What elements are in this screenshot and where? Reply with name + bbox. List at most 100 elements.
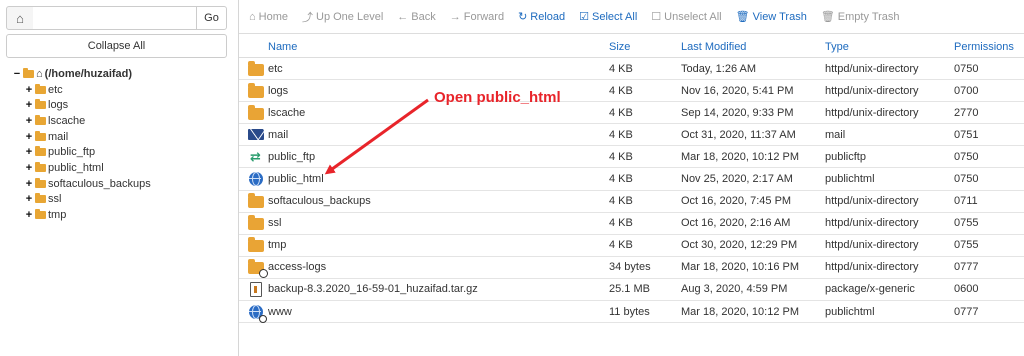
reload-label: Reload xyxy=(530,10,566,23)
table-row[interactable]: logs 4 KB Nov 16, 2020, 5:41 PM httpd/un… xyxy=(239,80,1024,103)
toolbar: ⌂ Home ⤴ Up One Level ← Back → Forward ↻ Relo… xyxy=(239,0,1024,34)
expand-toggle-icon[interactable]: + xyxy=(24,115,34,127)
file-size: 11 bytes xyxy=(609,305,650,318)
table-row[interactable]: backup-8.3.2020_16-59-01_huzaifad.tar.gz… xyxy=(239,279,1024,302)
table-row[interactable]: tmp 4 KB Oct 30, 2020, 12:29 PM httpd/un… xyxy=(239,235,1024,257)
empty-trash-label: Empty Trash xyxy=(837,10,900,23)
file-permissions: 0777 xyxy=(954,305,979,318)
file-table: Name Size Last Modified Type Permissions… xyxy=(239,36,1024,324)
view-trash-button[interactable]: 🗑 View Trash xyxy=(736,10,807,24)
table-row[interactable]: www 11 bytes Mar 18, 2020, 10:12 PM publ… xyxy=(239,301,1024,324)
file-size: 34 bytes xyxy=(609,261,651,274)
header-last-modified[interactable]: Last Modified xyxy=(681,41,825,53)
reload-icon: ↻ xyxy=(518,11,528,23)
tree-item-mail[interactable]: + mail xyxy=(12,129,151,145)
collapse-all-button[interactable]: Collapse All xyxy=(6,34,227,58)
trash-icon: 🗑 xyxy=(820,11,835,23)
file-name: backup-8.3.2020_16-59-01_huzaifad.tar.gz xyxy=(268,283,478,296)
table-row[interactable]: softaculous_backups 4 KB Oct 16, 2020, 7… xyxy=(239,191,1024,213)
tree-item-ssl[interactable]: + ssl xyxy=(12,192,151,208)
tree-item-public-ftp[interactable]: + public_ftp xyxy=(12,144,151,160)
tree-item-etc[interactable]: + etc xyxy=(12,82,151,98)
back-label: Back xyxy=(411,10,436,23)
file-type: publichtml xyxy=(825,305,875,318)
expand-toggle-icon[interactable]: + xyxy=(24,162,34,174)
file-size: 4 KB xyxy=(609,128,633,141)
forward-button[interactable]: → Forward xyxy=(450,11,504,23)
empty-trash-button[interactable]: 🗑 Empty Trash xyxy=(820,10,900,24)
table-row[interactable]: ssl 4 KB Oct 16, 2020, 2:16 AM httpd/uni… xyxy=(239,213,1024,235)
file-modified: Oct 16, 2020, 2:16 AM xyxy=(681,217,791,230)
table-row[interactable]: access-logs 34 bytes Mar 18, 2020, 10:16… xyxy=(239,257,1024,279)
file-name: softaculous_backups xyxy=(268,195,371,208)
up-one-level-button[interactable]: ⤴ Up One Level xyxy=(302,9,383,25)
folder-icon xyxy=(247,104,264,120)
level-up-icon: ⤴ xyxy=(302,11,313,24)
collapse-toggle-icon[interactable]: − xyxy=(12,68,22,80)
header-size[interactable]: Size xyxy=(609,41,681,53)
expand-toggle-icon[interactable]: + xyxy=(24,178,34,190)
table-row[interactable]: lscache 4 KB Sep 14, 2020, 9:33 PM httpd… xyxy=(239,102,1024,125)
tree-item-logs[interactable]: + logs xyxy=(12,97,151,113)
file-modified: Oct 31, 2020, 11:37 AM xyxy=(681,128,796,141)
table-row[interactable]: ⇄ public_ftp 4 KB Mar 18, 2020, 10:12 PM… xyxy=(239,146,1024,169)
expand-toggle-icon[interactable]: + xyxy=(24,146,34,158)
file-name: www xyxy=(268,305,292,318)
home-button[interactable]: ⌂ Home xyxy=(249,11,288,23)
unselect-all-button[interactable]: ☐ Unselect All xyxy=(651,10,721,24)
tree-item-softaculous-backups[interactable]: + softaculous_backups xyxy=(12,176,151,192)
folder-icon xyxy=(35,177,46,188)
left-panel: ⌂ Go Collapse All − ⌂ (/home/huzaifad) +… xyxy=(0,0,232,356)
tree-item-public-html[interactable]: + public_html xyxy=(12,160,151,176)
folder-icon xyxy=(35,99,46,110)
table-row[interactable]: etc 4 KB Today, 1:26 AM httpd/unix-direc… xyxy=(239,58,1024,81)
back-button[interactable]: ← Back xyxy=(397,11,435,23)
path-input[interactable] xyxy=(33,6,197,30)
file-modified: Aug 3, 2020, 4:59 PM xyxy=(681,283,788,296)
home-path-button[interactable]: ⌂ xyxy=(6,6,34,30)
expand-toggle-icon[interactable]: + xyxy=(24,193,34,205)
tree-item-lscache[interactable]: + lscache xyxy=(12,113,151,129)
select-all-button[interactable]: ☑ Select All xyxy=(579,10,638,24)
file-name: access-logs xyxy=(268,261,327,274)
file-permissions: 0700 xyxy=(954,84,979,97)
expand-toggle-icon[interactable]: + xyxy=(24,84,34,96)
table-row-public-html[interactable]: public_html 4 KB Nov 25, 2020, 2:17 AM p… xyxy=(239,168,1024,191)
annotation-label: Open public_html xyxy=(434,89,561,106)
tree-item-label: logs xyxy=(48,99,69,112)
file-type: httpd/unix-directory xyxy=(825,84,919,97)
go-button[interactable]: Go xyxy=(196,6,227,30)
file-modified: Nov 25, 2020, 2:17 AM xyxy=(681,173,793,186)
table-row[interactable]: mail 4 KB Oct 31, 2020, 11:37 AM mail 07… xyxy=(239,124,1024,147)
reload-button[interactable]: ↻ Reload xyxy=(518,10,566,24)
expand-toggle-icon[interactable]: + xyxy=(24,99,34,111)
folder-icon xyxy=(35,146,46,157)
file-permissions: 0600 xyxy=(954,283,979,296)
up-one-level-label: Up One Level xyxy=(316,10,384,23)
tree-item-label: ssl xyxy=(48,193,62,206)
checkbox-empty-icon: ☐ xyxy=(651,11,662,23)
tree-item-label: public_ftp xyxy=(48,146,96,159)
checkbox-checked-icon: ☑ xyxy=(579,11,590,23)
expand-toggle-icon[interactable]: + xyxy=(24,131,34,143)
expand-toggle-icon[interactable]: + xyxy=(24,209,34,221)
file-permissions: 0755 xyxy=(954,217,979,230)
file-type: httpd/unix-directory xyxy=(825,239,919,252)
tree-item-tmp[interactable]: + tmp xyxy=(12,207,151,223)
file-permissions: 0777 xyxy=(954,261,979,274)
tree-root[interactable]: − ⌂ (/home/huzaifad) xyxy=(12,66,151,82)
file-modified: Oct 30, 2020, 12:29 PM xyxy=(681,239,798,252)
home-label: Home xyxy=(258,10,288,23)
select-all-label: Select All xyxy=(592,10,638,23)
folder-icon xyxy=(35,130,46,141)
header-permissions[interactable]: Permissions xyxy=(954,41,1024,53)
tree-item-label: public_html xyxy=(48,161,104,174)
file-type: httpd/unix-directory xyxy=(825,106,919,119)
globe-icon xyxy=(248,172,263,187)
file-modified: Sep 14, 2020, 9:33 PM xyxy=(681,106,794,119)
header-type[interactable]: Type xyxy=(825,41,954,53)
arrow-left-icon: ← xyxy=(397,10,409,23)
folder-icon xyxy=(35,161,46,172)
header-name[interactable]: Name xyxy=(268,41,609,53)
file-modified: Mar 18, 2020, 10:12 PM xyxy=(681,150,800,163)
